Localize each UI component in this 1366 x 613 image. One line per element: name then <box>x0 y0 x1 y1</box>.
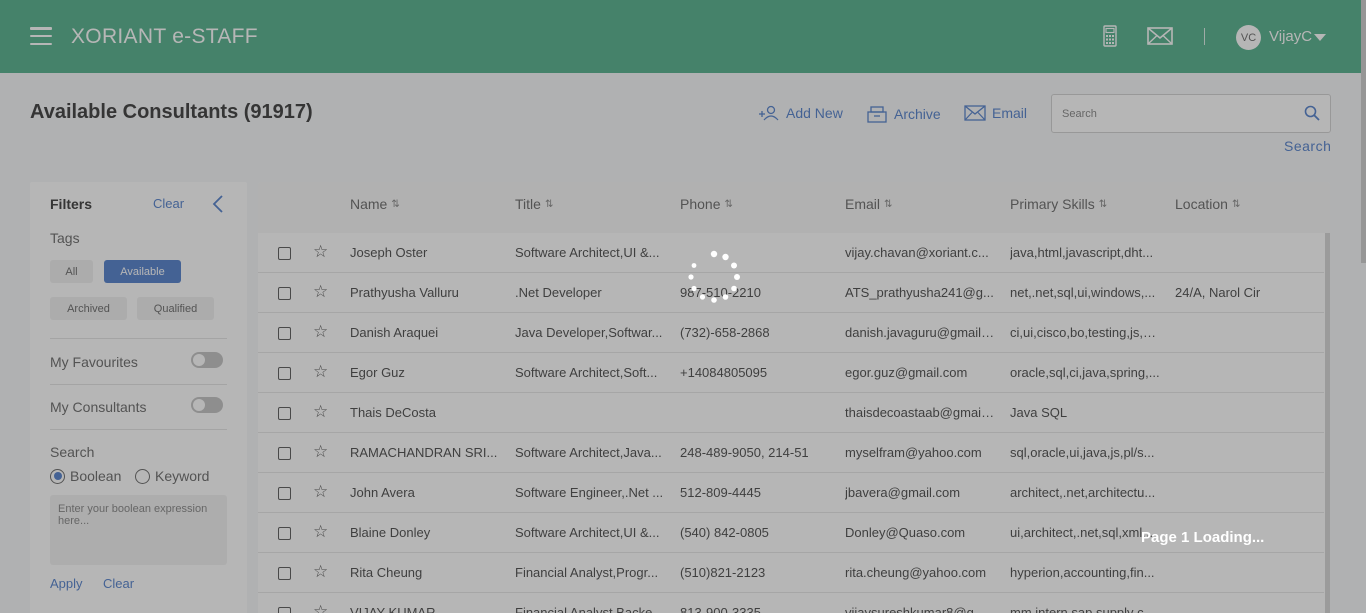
loading-status-text: Page 1 Loading... <box>1141 529 1265 546</box>
loading-spinner-icon <box>688 250 740 303</box>
loading-overlay <box>0 0 1366 613</box>
